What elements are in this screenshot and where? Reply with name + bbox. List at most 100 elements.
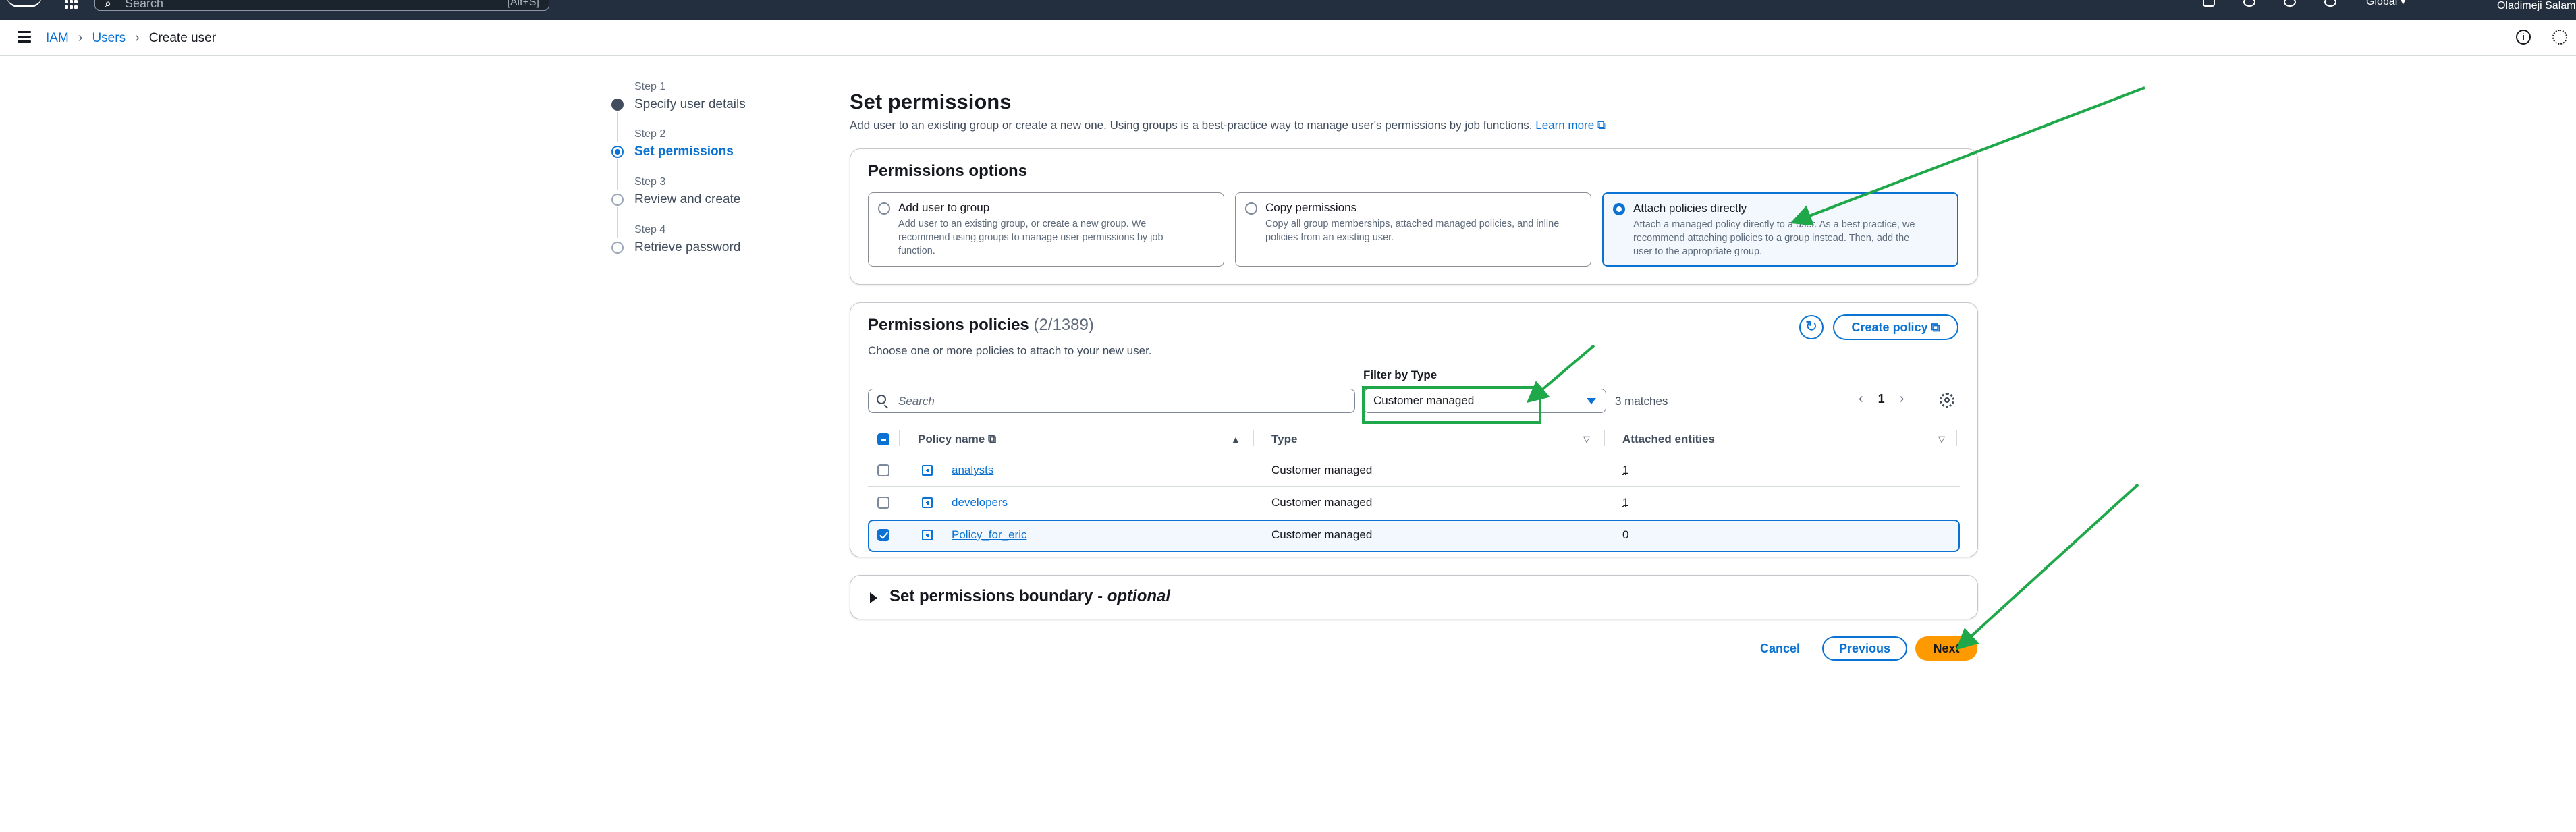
current-page[interactable]: 1 (1878, 392, 1885, 406)
caret-right-icon[interactable] (870, 592, 877, 603)
policy-type-icon (922, 497, 933, 508)
region-selector[interactable]: Global ▾ (2366, 0, 2406, 8)
radio-copy-permissions[interactable] (1245, 202, 1257, 215)
pagination: ‹ 1 › (1859, 391, 1904, 407)
boundary-optional-text: optional (1107, 587, 1171, 605)
step-connector (617, 112, 618, 142)
breadcrumb-users-link[interactable]: Users (92, 31, 126, 46)
refresh-button[interactable]: ↻ (1799, 315, 1824, 339)
radio-add-user-to-group[interactable] (878, 202, 890, 215)
table-row[interactable] (868, 455, 1960, 486)
select-all-checkbox[interactable] (877, 433, 889, 445)
table-preferences-icon[interactable] (1940, 393, 1954, 408)
step-1-label: Step 1 (634, 81, 666, 92)
policy-name-link[interactable]: Policy_for_eric (952, 528, 1027, 542)
policy-type: Customer managed (1271, 496, 1373, 509)
matches-count: 3 matches (1615, 395, 1668, 408)
create-policy-button[interactable]: Create policy ⧉ (1833, 314, 1958, 340)
option-title: Attach policies directly (1633, 202, 1747, 215)
services-grid-icon[interactable] (65, 0, 78, 9)
breadcrumb-iam-link[interactable]: IAM (46, 31, 69, 46)
learn-more-link[interactable]: Learn more ⧉ (1535, 119, 1606, 132)
sort-ascending-icon[interactable]: ▲ (1231, 429, 1240, 449)
info-icon[interactable]: i (2516, 30, 2531, 45)
step-3-name: Review and create (634, 192, 741, 206)
radio-attach-policies-directly[interactable] (1613, 203, 1625, 215)
global-search-input[interactable]: ⌕ Search [Alt+S] (94, 0, 549, 11)
cancel-button[interactable]: Cancel (1760, 642, 1800, 656)
permissions-policies-title: Permissions policies (2/1389) (868, 316, 1094, 335)
breadcrumb: IAM › Users › Create user (46, 30, 216, 46)
policy-search-input[interactable]: Search (868, 389, 1355, 413)
sort-icon[interactable]: ▽ (1938, 429, 1945, 449)
step-1-completed-icon (611, 99, 624, 111)
column-header-type[interactable]: Type (1271, 429, 1297, 449)
annotation-arrow (1956, 483, 2139, 650)
table-row-selected[interactable] (868, 520, 1960, 552)
boundary-title-text: Set permissions boundary - (889, 587, 1107, 605)
chevron-right-icon: › (78, 30, 83, 45)
menu-icon[interactable] (18, 31, 31, 43)
permissions-options-title: Permissions options (868, 162, 1028, 180)
external-link-icon: ⧉ (987, 433, 997, 445)
policy-type: Customer managed (1271, 464, 1373, 476)
row-checkbox-checked[interactable] (877, 529, 889, 541)
step-connector (617, 207, 618, 238)
option-add-user-to-group[interactable]: Add user to group Add user to an existin… (868, 192, 1224, 267)
aws-logo[interactable] (7, 0, 42, 7)
sort-icon[interactable]: ▽ (1583, 429, 1590, 449)
external-link-icon: ⧉ (1931, 321, 1940, 334)
step-3-label: Step 3 (634, 176, 666, 188)
step-4: Step 4 Retrieve password (634, 224, 740, 255)
permissions-boundary-title[interactable]: Set permissions boundary - optional (889, 587, 1170, 606)
option-title: Copy permissions (1265, 201, 1357, 214)
table-row[interactable] (868, 488, 1960, 519)
policy-type-icon (922, 530, 933, 540)
account-menu[interactable]: Oladimeji Salam (2497, 0, 2575, 12)
next-page-icon[interactable]: › (1900, 391, 1904, 407)
policy-search-placeholder: Search (898, 395, 935, 408)
preferences-icon[interactable] (2552, 30, 2567, 45)
filter-by-type-label: Filter by Type (1363, 368, 1437, 381)
step-2: Step 2 Set permissions (634, 128, 734, 159)
column-separator (1604, 430, 1605, 446)
step-3: Step 3 Review and create (634, 176, 740, 207)
policy-name-header: Policy name (918, 433, 985, 445)
attached-entities[interactable]: 1 (1622, 496, 1628, 509)
column-header-policy-name[interactable]: Policy name ⧉ (918, 429, 996, 449)
cloudshell-icon[interactable] (2203, 0, 2215, 7)
column-separator (1253, 430, 1254, 446)
global-search-placeholder: Search (125, 0, 164, 10)
option-copy-permissions[interactable]: Copy permissions Copy all group membersh… (1235, 192, 1591, 267)
help-icon[interactable] (2284, 0, 2296, 7)
step-2-label: Step 2 (634, 128, 666, 140)
filter-by-type-select[interactable]: Customer managed (1363, 389, 1606, 413)
breadcrumb-current: Create user (148, 30, 217, 45)
attached-entities[interactable]: 1 (1622, 464, 1628, 477)
notifications-icon[interactable] (2243, 0, 2255, 7)
policy-name-link[interactable]: analysts (952, 464, 993, 477)
option-title: Add user to group (898, 201, 990, 214)
settings-icon[interactable] (2324, 0, 2336, 7)
top-nav-bar: ⌕ Search [Alt+S] Global ▾ Oladimeji Sala… (0, 0, 2576, 20)
next-button[interactable]: Next (1915, 636, 1977, 661)
column-header-attached-entities[interactable]: Attached entities (1622, 429, 1715, 449)
row-checkbox[interactable] (877, 464, 889, 476)
attached-entities: 0 (1622, 528, 1629, 541)
step-1-name[interactable]: Specify user details (634, 97, 746, 112)
page-subtitle-text: Add user to an existing group or create … (850, 119, 1533, 132)
option-attach-policies-directly[interactable]: Attach policies directly Attach a manage… (1602, 192, 1958, 267)
step-4-pending-icon (611, 242, 624, 254)
previous-page-icon[interactable]: ‹ (1859, 391, 1863, 407)
column-separator (899, 430, 900, 446)
filter-by-type-value: Customer managed (1373, 394, 1475, 407)
step-2-current-icon (611, 146, 624, 158)
step-connector (617, 159, 618, 190)
policy-type: Customer managed (1271, 528, 1373, 541)
step-2-name: Set permissions (634, 144, 734, 159)
page-title: Set permissions (850, 90, 1012, 113)
step-1[interactable]: Step 1 Specify user details (634, 81, 746, 112)
previous-button[interactable]: Previous (1822, 636, 1907, 661)
row-checkbox[interactable] (877, 497, 889, 509)
policy-name-link[interactable]: developers (952, 496, 1008, 509)
